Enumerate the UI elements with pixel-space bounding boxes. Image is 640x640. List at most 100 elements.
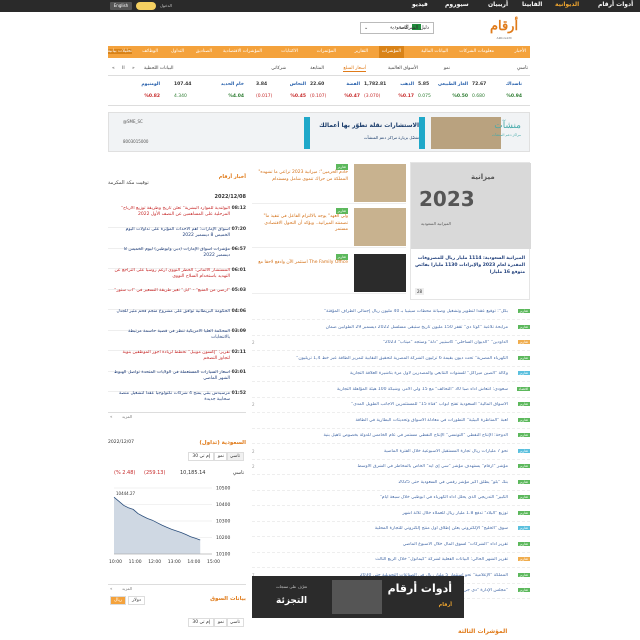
list-item[interactable]: 2 نحو 7 مليارات ريال تجارة المستقبل الأسب… — [252, 446, 530, 460]
list-item[interactable]: "بكل": توقيع عقدا لتطوير وتشغيل وصيانة م… — [252, 306, 530, 320]
list-headline[interactable]: سعودي: انتعاش أداء صبا 30 "التحالف" مع 1… — [258, 387, 508, 392]
news-row[interactable]: 02:01 أسعار السيارات المستعملة في الولايا… — [108, 370, 246, 392]
news-card[interactable]: تقارير استثمر الآن وادفع لاحقا مع The Fa… — [252, 252, 406, 294]
quote-item[interactable]: الذهب 1,782.81 %0.17 (3.070) — [364, 80, 414, 104]
tasi-intraday-chart[interactable]: 10500 10400 10300 10200 10100 10:00 11:00 12:00… — [108, 484, 246, 568]
list-headline[interactable]: توزيع "البلاد" تدفع 1.8 مليار ريال للعمل… — [258, 511, 508, 516]
list-item[interactable]: بنك "بلو" يطلق أكبر مؤشر رقمي في السعودي… — [252, 477, 530, 491]
nav-item-company-info[interactable]: معلومات الشركات — [459, 49, 494, 54]
tab-commodities[interactable]: أسعار السلع — [343, 66, 366, 72]
news-card[interactable]: تقارير "خادم الحرمين": ميزانية 2023 تراع… — [252, 162, 406, 204]
quote-item[interactable]: ناسداك 72.67 %0.94 0.680 — [472, 80, 522, 104]
next-icon[interactable]: » — [132, 66, 135, 71]
nav-item-economic[interactable]: المؤشرات الاقتصادية — [223, 49, 262, 54]
list-item[interactable]: 2 "الأسواق المالية" السعودية تفتح أبواب "… — [252, 399, 530, 413]
list-headline[interactable]: نحو 7 مليارات ريال تجارة المستقبل الأسبو… — [258, 449, 508, 454]
list-headline[interactable]: سوق "الخليج" الإلكتروني يعلن إطلاق أول م… — [258, 526, 508, 531]
more-news-link[interactable]: المزيد « — [108, 412, 246, 420]
diwaniya-link[interactable]: الديوانية — [555, 1, 579, 8]
nav-item-ipos[interactable]: الاكتتابات — [281, 49, 298, 54]
news-headline[interactable]: "أرضي من المنبع" - "أبل" تغير طريقة التس… — [112, 288, 230, 308]
list-item[interactable]: "الكهرباء المصرية" تحت ديون بقيمة 6 ترلي… — [252, 353, 530, 367]
tab-watchlist[interactable]: المتابعة — [310, 66, 324, 71]
news-headline[interactable]: أسعار السيارات المستعملة في الولايات الم… — [112, 370, 230, 390]
nav-item-reports[interactable]: التقارير — [354, 49, 368, 54]
list-headline[interactable]: بنك "بلو" يطلق أكبر مؤشر رقمي في السعودي… — [258, 480, 508, 485]
news-row[interactable]: 06:01 المستشار الألماني: الخطر النووي أرغ… — [108, 268, 246, 290]
list-headline[interactable]: تقرير أداء "الشركات" لسوق المال خلال الأ… — [258, 542, 508, 547]
company-directory-select[interactable]: ⌄ دليل الشركات — [360, 22, 434, 34]
monshaat-ad-banner[interactable]: @SME_SC 8003015000 الاستشارات نقلة تطوّر… — [108, 112, 530, 152]
prev-icon[interactable]: « — [112, 66, 115, 71]
list-headline[interactable]: وكالة "الصين ميراكل" للسنوات التتابعي وا… — [258, 371, 508, 376]
nav-item-financials[interactable]: البيانات المالية — [421, 49, 448, 54]
tab-my-companies[interactable]: شركاتي — [271, 66, 286, 71]
list-item[interactable]: سعودي: انتعاش أداء صبا 30 "التحالف" مع 1… — [252, 384, 530, 398]
news-headline[interactable]: المحكمة العليا الأمريكية تنظر في قضية حا… — [112, 329, 230, 349]
card-headline[interactable]: "خادم الحرمين": ميزانية 2023 تراعي ما تش… — [254, 170, 348, 183]
pill-nomu-2[interactable]: نمو — [213, 618, 228, 627]
list-headline[interactable]: مرابحة تلاعبة "كوتا دي" تقفز 150 مليون ت… — [258, 325, 508, 330]
news-headline[interactable]: "البولندية للموارد البشرية" تعلن تاريخ و… — [112, 206, 230, 226]
alphabeta-link[interactable]: الفابيتا — [522, 1, 542, 8]
pill-mt30-2[interactable]: إم تي 30 — [188, 618, 214, 627]
tab-tasi[interactable]: تاسي — [517, 65, 528, 71]
list-headline[interactable]: "الكبير" التدريجي الذي يحلل أداء الكهربا… — [258, 495, 508, 500]
news-row[interactable]: 06:57 مؤشرات أسواق الإمارات (دبي وأبوظبي)… — [108, 247, 246, 269]
more-tasi-link[interactable]: المزيد « — [108, 584, 246, 592]
nav-item-indicators[interactable]: المؤشرات — [378, 46, 404, 58]
argaam-tools-banner[interactable]: أدوات أرقام أرقام تعرّف على منتجات التجز… — [252, 576, 464, 618]
pill-dollar[interactable]: دولار — [128, 596, 145, 605]
arabian-link[interactable]: أريبيان — [488, 1, 508, 8]
news-row[interactable]: 05:03 "أرضي من المنبع" - "أبل" تغير طريقة… — [108, 288, 246, 310]
tab-nomu[interactable]: نمو — [444, 66, 450, 71]
news-card[interactable]: تقارير "ولي العهد" يوجه بالالتزام الفاعل… — [252, 206, 406, 248]
news-headline[interactable]: المستشار الألماني: الخطر النووي أرغم روس… — [112, 268, 230, 288]
quote-item[interactable]: خام الحديد 107.44 %4.04 4.340 — [174, 80, 244, 104]
list-item[interactable]: 2 "الداودين" "الديوان الساحلي" كاستيير "د… — [252, 337, 530, 351]
list-item[interactable]: سوق "الخليج" الإلكتروني يعلن إطلاق أول م… — [252, 523, 530, 537]
news-row[interactable]: 01:52 مرسيدس بنتي يمنح 4 شركات تكنولوجيا … — [108, 391, 246, 413]
list-headline[interactable]: "بكل": توقيع عقدا لتطوير وتشغيل وصيانة م… — [258, 309, 508, 314]
list-item[interactable]: تقرير الشهر الحالي: البيانات الفعلية لشر… — [252, 554, 530, 568]
quote-item[interactable]: النحاس 3.84 %0.45 (0.017) — [256, 80, 306, 104]
theme-toggle[interactable] — [136, 2, 156, 10]
news-headline[interactable]: مرسيدس بنتي يمنح 4 شركات تكنولوجيا عقدا … — [112, 391, 230, 411]
nav-item-funds[interactable]: الصناديق — [196, 49, 212, 54]
list-headline[interactable]: "الأسواق المالية" السعودية تفتح أبواب "ق… — [258, 402, 508, 407]
list-item[interactable]: مرابحة تلاعبة "كوتا دي" تقفز 150 مليون ت… — [252, 322, 530, 336]
card-headline[interactable]: استثمر الآن وادفع لاحقا مع The Family Of… — [254, 260, 348, 267]
pause-icon[interactable]: II — [122, 66, 125, 71]
featured-headline[interactable]: الميزانية السعودية: 1114 مليار ريال للمص… — [413, 255, 525, 276]
argaam-tools-link[interactable]: أدوات أرقام — [598, 1, 633, 8]
list-item[interactable]: تقرير أداء "الشركات" لسوق المال خلال الأ… — [252, 539, 530, 553]
quote-item[interactable]: الغاز الطبيعي 5.85 %0.50 0.075 — [418, 80, 468, 104]
list-headline[interactable]: تقرير الشهر الحالي: البيانات الفعلية لشر… — [258, 557, 508, 562]
list-item[interactable]: 2 مؤشر "أرقام" يستهدف مؤشر "سي إي أيه" ال… — [252, 461, 530, 475]
list-item[interactable]: "الكبير" التدريجي الذي يحلل أداء الكهربا… — [252, 492, 530, 506]
featured-story[interactable]: ميزانية 2023 الميزانية السعودية الميزاني… — [410, 162, 531, 300]
seerum-link[interactable]: سيوروم — [445, 1, 469, 8]
list-item[interactable]: الدوحة: الإنتاج النفطي "التونسي" الإنتاج… — [252, 430, 530, 444]
nav-item-jobs[interactable]: الوظائف — [142, 49, 158, 54]
tab-global[interactable]: الأسواق العالمية — [388, 66, 418, 71]
pill-mt30[interactable]: إم تي 30 — [188, 452, 214, 461]
language-switch[interactable]: English — [110, 2, 132, 10]
news-row[interactable]: 07:20 أسواق الإمارات: أهم الأحداث المؤثرة… — [108, 227, 246, 249]
list-headline[interactable]: الدوحة: الإنتاج النفطي "التونسي" الإنتاج… — [258, 433, 508, 438]
news-headline[interactable]: مؤشرات أسواق الإمارات (دبي وأبوظبي) ليوم… — [112, 247, 230, 267]
news-row[interactable]: 03:09 المحكمة العليا الأمريكية تنظر في قض… — [108, 329, 246, 351]
list-item[interactable]: لعبة "المناظرة البيئية" التطورات في معاد… — [252, 415, 530, 429]
argaam-logo[interactable]: أرقام ARGAAM — [484, 17, 524, 41]
login-link[interactable]: الدخول — [160, 3, 172, 8]
nav-item-analytics[interactable]: تحليلات بيانية — [107, 49, 132, 54]
quote-item[interactable]: الومنيوم %0.82 — [110, 80, 160, 104]
pill-tasi-2[interactable]: تاسي — [225, 618, 244, 627]
nav-item-news[interactable]: الأخبار — [514, 49, 526, 54]
video-link[interactable]: فيديو — [412, 1, 428, 8]
news-headline[interactable]: أسواق الإمارات: أهم الأحداث المؤثرة على … — [112, 227, 230, 247]
pill-riyal[interactable]: ريال — [110, 596, 127, 605]
pill-tasi[interactable]: تاسي — [225, 452, 244, 461]
pill-nomu[interactable]: نمو — [213, 452, 228, 461]
news-headline[interactable]: الحكومة البريطانية توافق على مشروع منجم … — [112, 309, 230, 329]
